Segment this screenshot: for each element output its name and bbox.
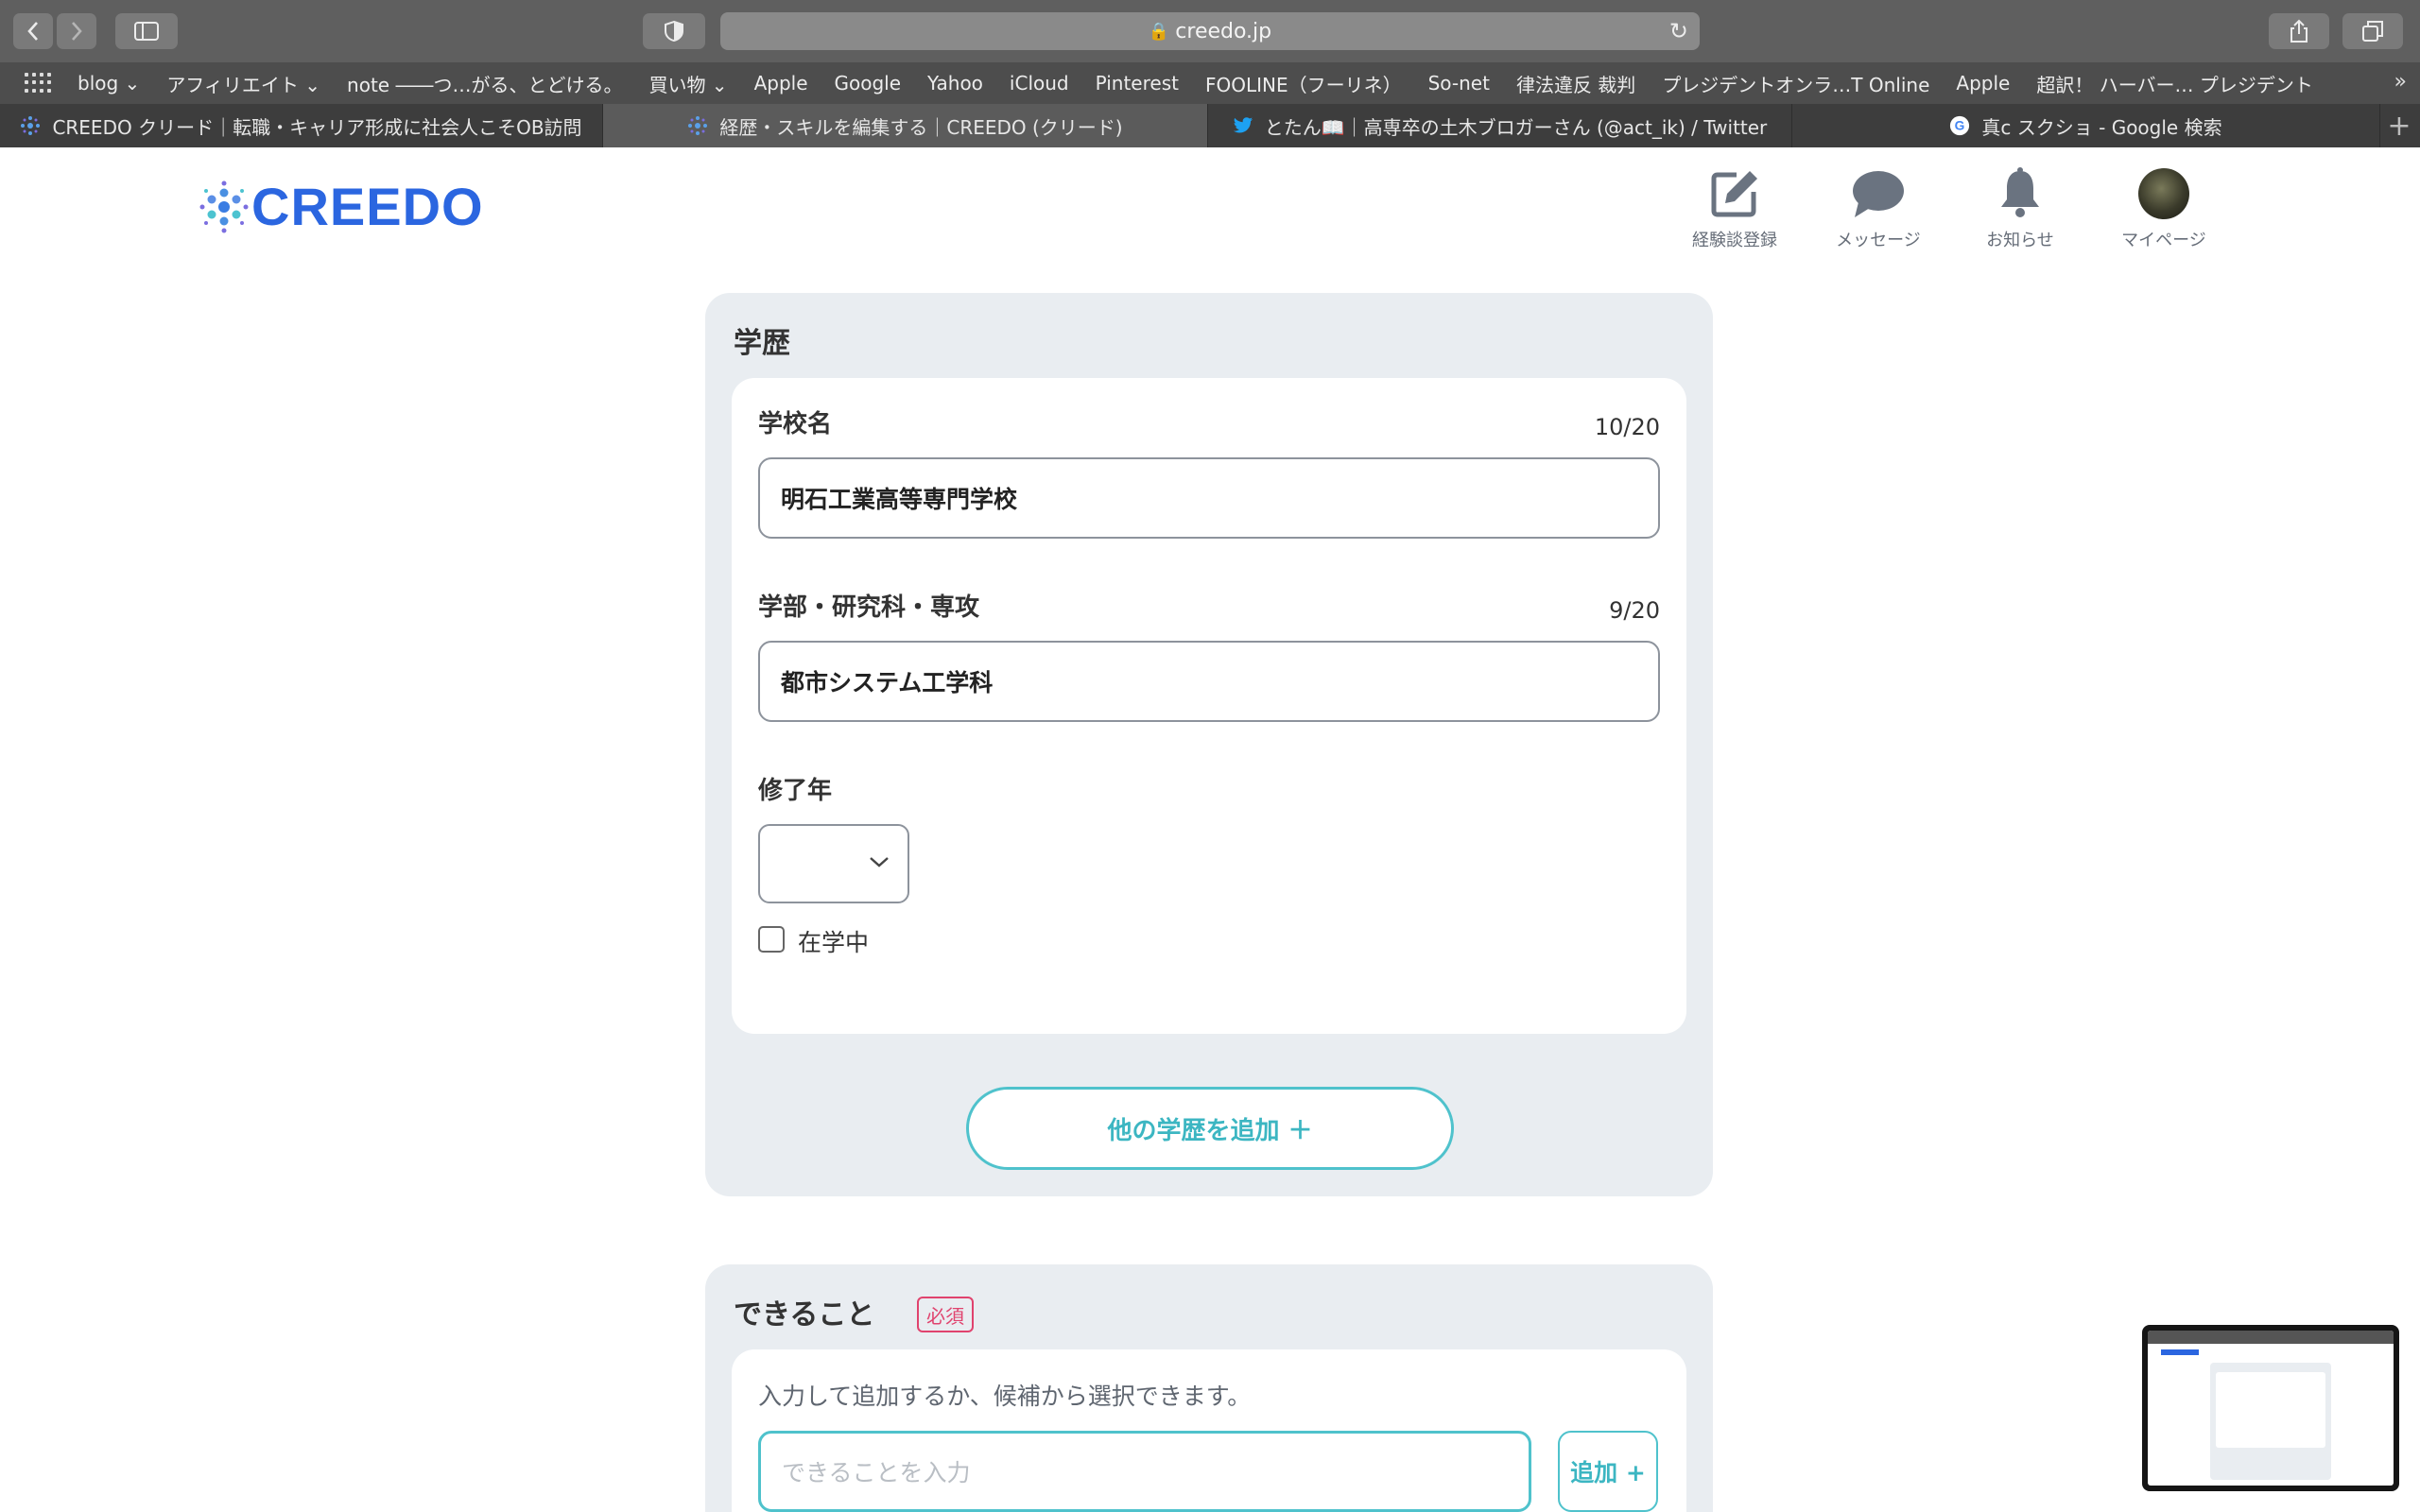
creedo-logo-icon: [199, 180, 249, 232]
tab-edit-career[interactable]: 経歴・スキルを編集する｜CREEDO (クリード): [603, 104, 1208, 147]
reload-icon[interactable]: ↻: [1669, 18, 1688, 44]
enrolled-label[interactable]: 在学中: [798, 924, 869, 958]
bookmark-item[interactable]: blog ⌄: [78, 72, 140, 94]
faculty-counter: 9/20: [1609, 597, 1660, 624]
nav-label: マイページ: [2121, 231, 2206, 250]
skills-hint: 入力して追加するか、候補から選択できます。: [758, 1383, 1252, 1410]
nav-label: メッセージ: [1836, 231, 1921, 250]
chevron-down-icon: [870, 857, 889, 868]
required-badge: 必須: [917, 1297, 974, 1332]
site-logo[interactable]: CREEDO: [199, 176, 484, 237]
share-icon: [2290, 19, 2308, 43]
bookmarks-overflow-icon[interactable]: »: [2394, 70, 2407, 94]
sidebar-toggle-button[interactable]: [115, 13, 178, 49]
google-icon: G: [1949, 115, 1970, 136]
forward-button[interactable]: [57, 13, 96, 49]
share-button[interactable]: [2269, 13, 2329, 49]
bell-icon: [1959, 164, 2082, 223]
enrolled-checkbox[interactable]: [758, 926, 785, 953]
section-title: 学歴: [734, 327, 790, 360]
back-button[interactable]: [13, 13, 53, 49]
section-title: できること: [734, 1298, 875, 1332]
skills-form-card: 入力して追加するか、候補から選択できます。 できることを入力 追加 +: [732, 1349, 1686, 1512]
thumbnail-preview-image: [2148, 1331, 2394, 1486]
skills-section: できること 必須 入力して追加するか、候補から選択できます。 できることを入力 …: [705, 1264, 1713, 1512]
tab-title: 真c スクショ - Google 検索: [1981, 115, 2222, 139]
skill-input[interactable]: できることを入力: [758, 1431, 1531, 1512]
school-name-input[interactable]: 明石工業高等専門学校: [758, 457, 1660, 539]
add-skill-button[interactable]: 追加 +: [1558, 1431, 1658, 1512]
faculty-label: 学部・研究科・専攻: [758, 593, 980, 622]
bookmark-item[interactable]: Pinterest: [1096, 72, 1179, 94]
bookmark-item[interactable]: Yahoo: [927, 72, 983, 94]
nav-mypage[interactable]: マイページ: [2102, 164, 2225, 251]
school-name-label: 学校名: [758, 410, 833, 438]
shield-icon: [665, 20, 683, 43]
creedo-favicon-icon: [687, 115, 708, 136]
nav-label: お知らせ: [1986, 231, 2054, 250]
bookmark-item[interactable]: So-net: [1428, 72, 1490, 94]
tabs-icon: [2362, 21, 2383, 42]
svg-text:G: G: [1955, 119, 1965, 133]
tab-overview-button[interactable]: [2342, 13, 2403, 49]
bookmark-item[interactable]: note ――つ…がる、とどける。: [347, 70, 622, 97]
nav-messages[interactable]: メッセージ: [1817, 164, 1940, 251]
bookmark-item[interactable]: iCloud: [1010, 72, 1069, 94]
education-section: 学歴 学校名 10/20 明石工業高等専門学校 学部・研究科・専攻 9/20 都…: [705, 293, 1713, 1196]
bookmark-item[interactable]: 律法違反 裁判: [1516, 70, 1635, 97]
bookmark-item[interactable]: プレジデントオンラ…T Online: [1662, 70, 1929, 97]
edit-icon: [1673, 164, 1796, 223]
faculty-input[interactable]: 都市システム工学科: [758, 641, 1660, 722]
bookmark-item[interactable]: Apple: [1956, 72, 2010, 94]
url-text: creedo.jp: [1175, 19, 1272, 43]
plus-icon: +: [2387, 109, 2411, 143]
tab-title: とたん📖｜高専卒の土木ブロガーさん (@act_ik) / Twitter: [1264, 115, 1768, 139]
bookmark-item[interactable]: Google: [835, 72, 902, 94]
graduation-year-select[interactable]: [758, 824, 909, 903]
creedo-favicon-icon: [20, 115, 41, 136]
add-education-button[interactable]: 他の学歴を追加 ＋: [966, 1087, 1454, 1170]
tab-twitter[interactable]: とたん📖｜高専卒の土木ブロガーさん (@act_ik) / Twitter: [1208, 104, 1792, 147]
avatar: [2138, 168, 2189, 219]
new-tab-button[interactable]: +: [2380, 104, 2418, 147]
twitter-icon: [1233, 115, 1253, 136]
bookmark-item[interactable]: FOOLINE（フーリネ）: [1205, 70, 1402, 97]
tab-title: CREEDO クリード｜転職・キャリア形成に社会人こそOB訪問: [52, 115, 582, 139]
nav-notifications[interactable]: お知らせ: [1959, 164, 2082, 251]
tab-bar: CREEDO クリード｜転職・キャリア形成に社会人こそOB訪問 経歴・スキルを編…: [0, 104, 2420, 147]
lock-icon: 🔒: [1148, 21, 1170, 42]
bookmark-item[interactable]: 買い物 ⌄: [648, 70, 727, 97]
privacy-report-button[interactable]: [643, 13, 705, 49]
bookmark-item[interactable]: 超訳！ ハーバー… プレジデント: [2036, 70, 2313, 97]
tab-creedo-home[interactable]: CREEDO クリード｜転職・キャリア形成に社会人こそOB訪問: [0, 104, 603, 147]
tab-google-search[interactable]: G 真c スクショ - Google 検索: [1792, 104, 2380, 147]
browser-toolbar: 🔒 creedo.jp ↻: [0, 0, 2420, 62]
logo-text: CREEDO: [251, 177, 484, 236]
tab-title: 経歴・スキルを編集する｜CREEDO (クリード): [719, 115, 1123, 139]
education-form-card: 学校名 10/20 明石工業高等専門学校 学部・研究科・専攻 9/20 都市シス…: [732, 378, 1686, 1034]
chevron-right-icon: [72, 22, 82, 41]
bookmark-item[interactable]: アフィリエイト ⌄: [166, 70, 320, 97]
chevron-left-icon: [27, 22, 38, 41]
nav-label: 経験談登録: [1692, 231, 1777, 250]
graduation-year-label: 修了年: [758, 777, 833, 805]
sidebar-icon: [134, 22, 159, 41]
school-name-counter: 10/20: [1594, 414, 1660, 440]
apps-grid-icon[interactable]: [25, 73, 51, 94]
bookmark-item[interactable]: Apple: [754, 72, 808, 94]
screenshot-thumbnail[interactable]: [2142, 1325, 2399, 1491]
address-bar[interactable]: 🔒 creedo.jp ↻: [720, 12, 1700, 50]
bookmarks-bar: blog ⌄ アフィリエイト ⌄ note ――つ…がる、とどける。 買い物 ⌄…: [0, 62, 2420, 104]
nav-experience-register[interactable]: 経験談登録: [1673, 164, 1796, 251]
chat-bubble-icon: [1817, 164, 1940, 223]
